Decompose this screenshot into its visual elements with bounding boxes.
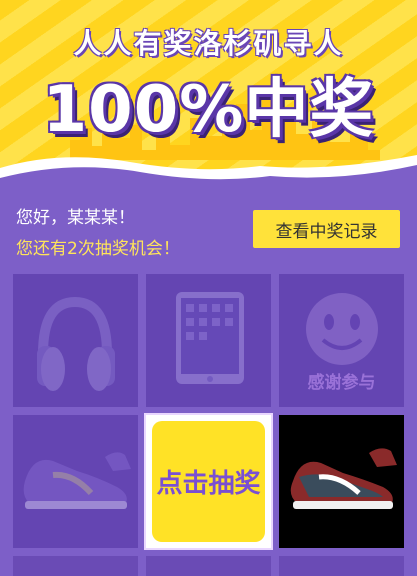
sneaker-icon — [290, 448, 397, 509]
banner-title: 100%中奖 — [42, 73, 375, 147]
prize-cell-partial — [13, 556, 138, 576]
draw-button[interactable]: 点击抽奖 — [146, 415, 271, 548]
cell-overlay — [13, 274, 138, 407]
prize-cell-sneaker — [13, 415, 138, 548]
banner-subtitle: 人人有奖洛杉矶寻人 — [73, 27, 344, 60]
thanks-label: 感谢参与 — [307, 373, 376, 393]
chances-remaining: 您还有2次抽奖机会！ — [16, 239, 180, 259]
user-greeting: 您好，某某某！ — [16, 208, 135, 228]
prize-cell-partial — [279, 556, 404, 576]
prize-cell-headphones — [13, 274, 138, 407]
prize-cell-tablet — [146, 274, 271, 407]
header-banner: 人人有奖洛杉矶寻人 100%中奖 — [0, 0, 417, 190]
cell-overlay — [13, 415, 138, 548]
prize-cell-sneaker-active — [279, 415, 404, 548]
prize-cell-partial — [146, 556, 271, 576]
draw-button-label[interactable]: 点击抽奖 — [152, 421, 265, 542]
prize-cell-thanks: 感谢参与 — [279, 274, 404, 407]
view-records-button[interactable]: 查看中奖记录 — [253, 210, 400, 248]
cell-overlay — [146, 274, 271, 407]
